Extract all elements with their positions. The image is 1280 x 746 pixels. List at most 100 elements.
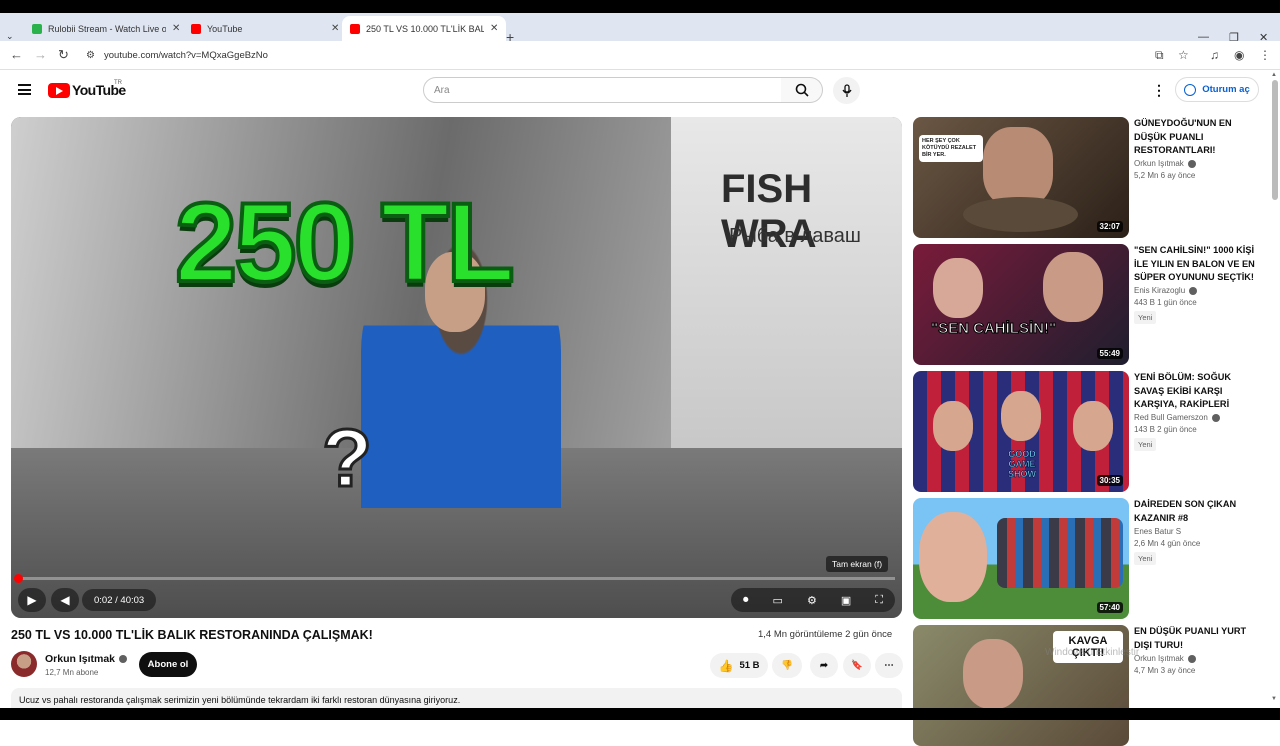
verified-badge-icon xyxy=(1187,159,1196,168)
url-field[interactable]: youtube.com/watch?v=MQxaGgeBzNo xyxy=(104,50,268,61)
page-scrollbar[interactable] xyxy=(1272,80,1278,200)
install-icon[interactable]: ⧉ xyxy=(1155,48,1164,63)
recommendation-info: EN DÜŞÜK PUANLI YURT DIŞI TURU! Orkun Iş… xyxy=(1134,625,1262,675)
share-button[interactable]: ➦ xyxy=(810,653,838,678)
thumb-face xyxy=(963,639,1023,709)
windows-activation-watermark: Windows'u Etkinleştir xyxy=(1045,647,1140,658)
thumb-face-left xyxy=(933,258,983,318)
video-player[interactable]: FISH WRA Рыба в лаваш 250 TL ? xyxy=(11,117,902,618)
media-icon[interactable]: ♫ xyxy=(1210,48,1219,62)
dislike-button[interactable]: 👎 xyxy=(772,653,802,678)
settings-gear-icon[interactable]: ⚙ xyxy=(807,594,817,607)
recommendation-channel-row[interactable]: Orkun Işıtmak xyxy=(1134,654,1262,663)
share-icon: ➦ xyxy=(820,660,828,671)
bookmark-star-icon[interactable]: ☆ xyxy=(1178,48,1189,62)
recommendation-thumbnail[interactable]: "SEN CAHİLSİN!" 55:49 xyxy=(913,244,1129,365)
recommendation-title[interactable]: DAİREDEN SON ÇIKAN KAZANIR #8 xyxy=(1134,498,1262,525)
channel-name-row[interactable]: Orkun Işıtmak xyxy=(45,653,128,665)
search-input[interactable]: Ara xyxy=(423,77,782,103)
back-icon[interactable]: ← xyxy=(10,47,23,62)
thumb-face-3 xyxy=(1073,401,1113,451)
youtube-play-icon xyxy=(48,82,70,98)
recommendation-title[interactable]: YENİ BÖLÜM: SOĞUK SAVAŞ EKİBİ KARŞI KARŞ… xyxy=(1134,371,1262,411)
more-horizontal-icon: ⋯ xyxy=(884,660,894,671)
recommendation-channel: Orkun Işıtmak xyxy=(1134,159,1184,168)
more-actions-button[interactable]: ⋯ xyxy=(875,653,903,678)
scroll-up-icon[interactable]: ▲ xyxy=(1271,72,1277,78)
recommendation-item[interactable]: 57:40 DAİREDEN SON ÇIKAN KAZANIR #8 Enes… xyxy=(913,498,1263,619)
thumb-plate xyxy=(963,197,1078,232)
recommendation-stats: 143 B 2 gün önce xyxy=(1134,425,1197,434)
recommendation-title[interactable]: GÜNEYDOĞU'NUN EN DÜŞÜK PUANLI RESTORANTL… xyxy=(1134,117,1262,157)
forward-icon[interactable]: → xyxy=(34,47,47,62)
video-duration: 30:35 xyxy=(1096,475,1123,486)
time-display: 0:02 / 40:03 xyxy=(82,589,157,611)
save-button[interactable]: 🔖 xyxy=(843,653,871,678)
tab-youtube[interactable]: YouTube ✕ xyxy=(183,16,347,41)
screen-bottom-bar xyxy=(0,708,1280,720)
youtube-logo[interactable]: YouTube TR xyxy=(48,80,126,98)
recommendation-stats: 4,7 Mn 3 ay önce xyxy=(1134,666,1196,675)
recommendation-item[interactable]: KAVGA ÇIKTI! EN DÜŞÜK PUANLI YURT DIŞI T… xyxy=(913,625,1263,746)
subtitles-icon[interactable]: ▭ xyxy=(773,594,783,607)
fullscreen-tooltip: Tam ekran (f) xyxy=(826,556,889,572)
close-tab-icon[interactable]: ✕ xyxy=(490,23,498,34)
tab-rulobii[interactable]: Rulobii Stream - Watch Live on ✕ xyxy=(24,16,188,41)
tab-current-video[interactable]: 250 TL VS 10.000 TL'LİK BALIK R ✕ xyxy=(342,16,507,41)
signin-button[interactable]: Oturum aç xyxy=(1175,77,1259,102)
recommendation-channel-row[interactable]: Enis Kirazoglu xyxy=(1134,286,1262,295)
recommendation-info: DAİREDEN SON ÇIKAN KAZANIR #8 Enes Batur… xyxy=(1134,498,1262,566)
thumb-caption: "SEN CAHİLSİN!" xyxy=(930,320,1057,338)
subscribe-button[interactable]: Abone ol xyxy=(139,652,197,677)
youtube-header: YouTube TR Ara ⋮ Oturum aç xyxy=(0,70,1270,110)
recommendation-title[interactable]: EN DÜŞÜK PUANLI YURT DIŞI TURU! xyxy=(1134,625,1262,652)
reload-icon[interactable]: ↻ xyxy=(58,47,69,63)
recommendation-channel: Enis Kirazoglu xyxy=(1134,286,1186,295)
progress-scrubber[interactable] xyxy=(14,574,23,583)
recommendation-channel-row[interactable]: Enes Batur S xyxy=(1134,527,1262,536)
voice-search-button[interactable] xyxy=(833,77,860,104)
menu-icon[interactable] xyxy=(18,84,31,95)
scroll-down-icon[interactable]: ▼ xyxy=(1271,696,1277,702)
recommendation-channel: Orkun Işıtmak xyxy=(1134,654,1184,663)
autoplay-toggle-icon[interactable]: ⏺ xyxy=(743,594,749,607)
video-views-date: 1,4 Mn görüntüleme 2 gün önce xyxy=(758,629,893,640)
thumb-caption: GOOD GAME SHOW xyxy=(1008,449,1037,480)
recommendation-thumbnail[interactable]: HER ŞEY ÇOK KÖTÜYDÜ REZALET BİR YER. 32:… xyxy=(913,117,1129,238)
recommendation-item[interactable]: HER ŞEY ÇOK KÖTÜYDÜ REZALET BİR YER. 32:… xyxy=(913,117,1263,238)
site-info-icon[interactable]: ⚙ xyxy=(86,50,95,61)
close-tab-icon[interactable]: ✕ xyxy=(331,23,339,34)
recommendation-thumbnail[interactable]: GOOD GAME SHOW 30:35 xyxy=(913,371,1129,492)
recommendation-thumbnail[interactable]: KAVGA ÇIKTI! xyxy=(913,625,1129,746)
recommendation-channel-row[interactable]: Red Bull Gamerszon xyxy=(1134,413,1262,422)
volume-button[interactable]: ◀ xyxy=(51,588,79,612)
youtube-favicon-icon xyxy=(350,23,360,34)
theater-mode-icon[interactable]: ▣ xyxy=(841,594,851,607)
tab-title: YouTube xyxy=(207,23,243,34)
recommendation-item[interactable]: "SEN CAHİLSİN!" 55:49 "SEN CAHİLSİN!" 10… xyxy=(913,244,1263,365)
profile-icon[interactable]: ◉ xyxy=(1234,48,1244,62)
browser-menu-icon[interactable]: ⋮ xyxy=(1259,48,1271,62)
settings-kebab-icon[interactable]: ⋮ xyxy=(1152,82,1166,99)
like-button[interactable]: 👍 51 B xyxy=(710,653,768,678)
thumb-face-right xyxy=(1043,252,1103,322)
fullscreen-icon[interactable]: ⛶ xyxy=(875,594,883,607)
verified-badge-icon xyxy=(119,655,128,663)
recommendation-thumbnail[interactable]: 57:40 xyxy=(913,498,1129,619)
play-button[interactable]: ▶ xyxy=(18,588,46,612)
close-tab-icon[interactable]: ✕ xyxy=(172,23,180,34)
recommendation-stats: 443 B 1 gün önce xyxy=(1134,298,1197,307)
recommendation-item[interactable]: GOOD GAME SHOW 30:35 YENİ BÖLÜM: SOĞUK S… xyxy=(913,371,1263,492)
channel-name[interactable]: Orkun Işıtmak xyxy=(45,653,115,665)
search-button[interactable] xyxy=(781,77,823,103)
recommendation-channel-row[interactable]: Orkun Işıtmak xyxy=(1134,159,1262,168)
new-badge: Yeni xyxy=(1134,311,1157,324)
recommendation-title[interactable]: "SEN CAHİLSİN!" 1000 KİŞİ İLE YILIN EN B… xyxy=(1134,244,1262,284)
browser-tabstrip: ⌄ Rulobii Stream - Watch Live on ✕ YouTu… xyxy=(0,13,1280,45)
play-icon: ▶ xyxy=(27,593,37,607)
search-icon xyxy=(795,83,809,97)
progress-bar[interactable] xyxy=(14,574,895,583)
ryba-sign-text: Рыба в лаваш xyxy=(729,225,861,247)
channel-avatar[interactable] xyxy=(11,651,37,677)
video-duration: 57:40 xyxy=(1096,602,1123,613)
